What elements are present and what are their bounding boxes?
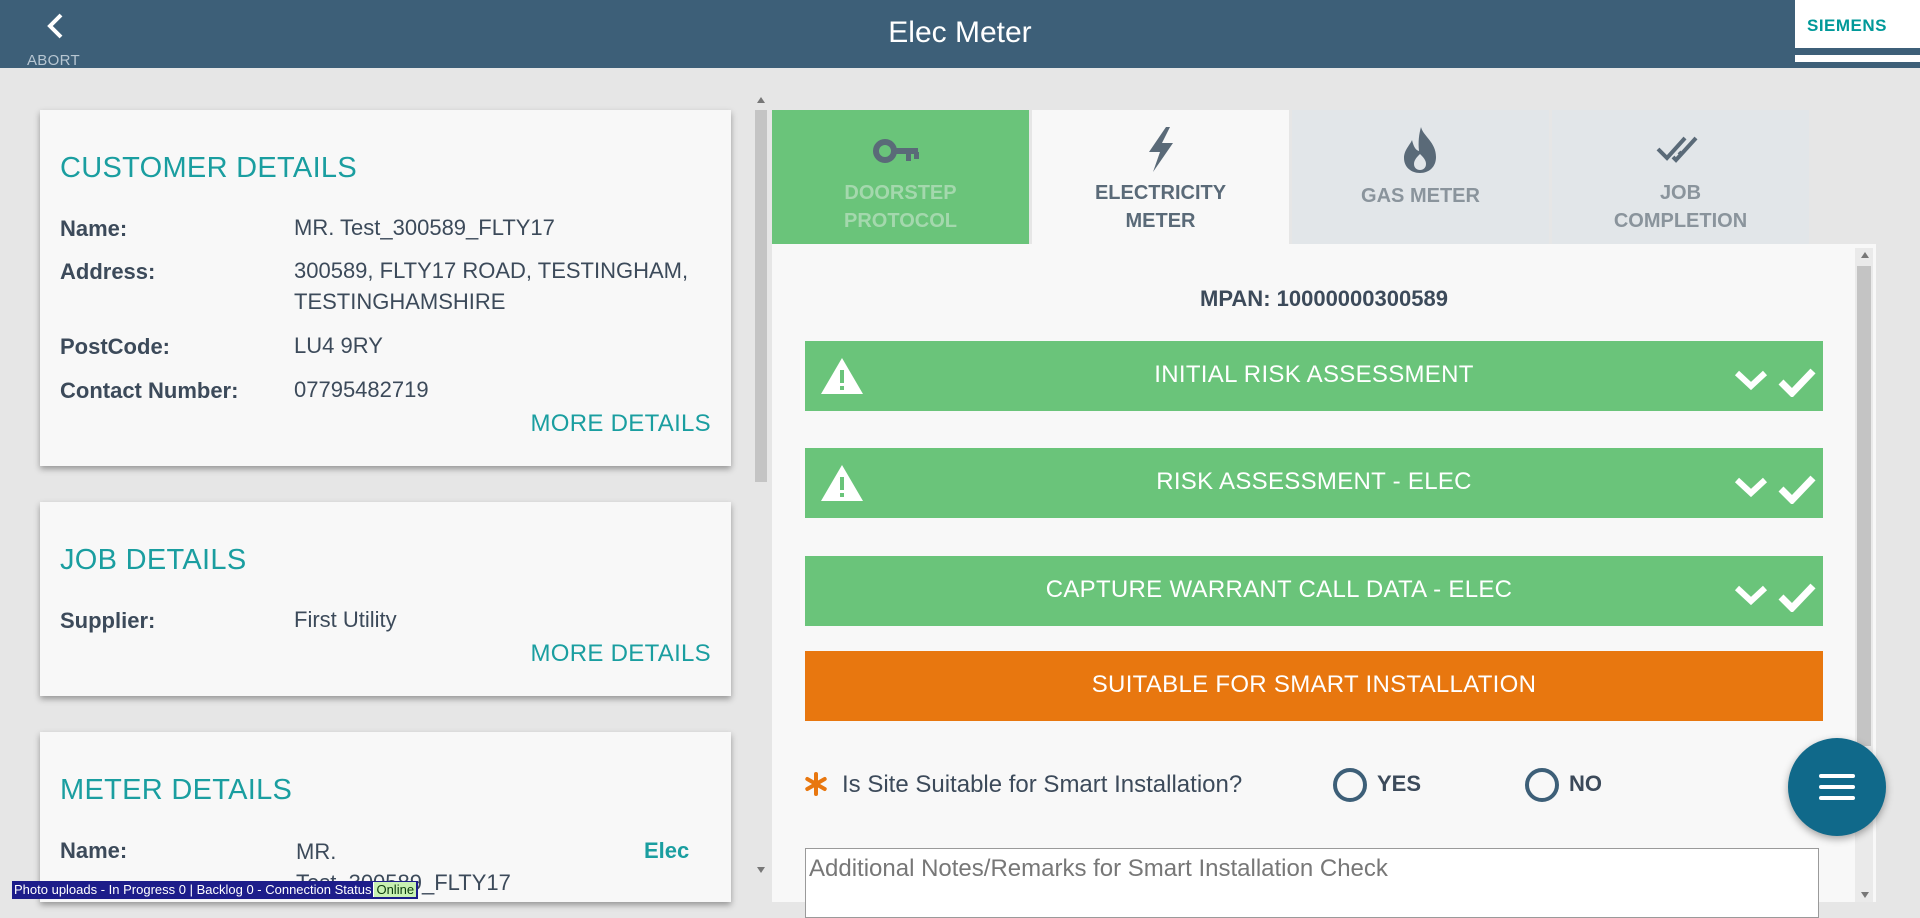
- tab-gas-meter-label: GAS METER: [1361, 185, 1480, 207]
- customer-more-details-link[interactable]: MORE DETAILS: [530, 410, 711, 438]
- chevron-down-icon[interactable]: [1734, 369, 1768, 391]
- customer-postcode-value: LU4 9RY: [294, 333, 383, 358]
- lightning-icon: [1149, 127, 1173, 172]
- meter-details-card: METER DETAILS Name: MR. Test_300589_FLTY…: [40, 732, 731, 902]
- upload-status-bar: Photo uploads - In Progress 0 | Backlog …: [12, 881, 419, 899]
- customer-address-value: 300589, FLTY17 ROAD, TESTINGHAM, TESTING…: [294, 258, 689, 314]
- customer-details-title: CUSTOMER DETAILS: [60, 152, 357, 184]
- meter-details-title: METER DETAILS: [60, 774, 293, 806]
- supplier-value: First Utility: [294, 607, 397, 632]
- right-scrollbar-thumb[interactable]: [1857, 266, 1871, 746]
- tab-gas-meter[interactable]: GAS METER: [1292, 110, 1549, 244]
- customer-name-label: Name:: [60, 216, 128, 241]
- page-title: Elec Meter: [888, 16, 1032, 49]
- radio-no-label: NO: [1569, 771, 1602, 796]
- customer-address-label: Address:: [60, 259, 156, 284]
- scroll-up-icon[interactable]: [756, 96, 766, 104]
- double-check-icon: [1656, 136, 1698, 163]
- scroll-down-icon[interactable]: [756, 866, 766, 874]
- required-asterisk-icon: [805, 772, 827, 796]
- section-label: SUITABLE FOR SMART INSTALLATION: [1091, 671, 1537, 698]
- menu-fab-button[interactable]: [1788, 738, 1886, 836]
- supplier-label: Supplier:: [60, 608, 156, 633]
- connection-status-badge: Online: [373, 882, 417, 897]
- chevron-down-icon[interactable]: [1734, 476, 1768, 498]
- section-capture-warrant-call-data[interactable]: CAPTURE WARRANT CALL DATA - ELEC: [805, 556, 1823, 626]
- scroll-up-icon[interactable]: [1860, 251, 1870, 259]
- tab-job-completion[interactable]: JOB COMPLETION: [1552, 110, 1809, 244]
- radio-circle: [1333, 768, 1367, 802]
- radio-yes-label: YES: [1377, 771, 1422, 796]
- section-initial-risk-assessment[interactable]: INITIAL RISK ASSESSMENT: [805, 341, 1823, 411]
- job-details-title: JOB DETAILS: [60, 544, 247, 576]
- notes-textarea[interactable]: [805, 848, 1819, 918]
- radio-circle: [1525, 768, 1559, 802]
- siemens-logo: SIEMENS: [1795, 0, 1920, 62]
- job-details-card: JOB DETAILS Supplier: First Utility MORE…: [40, 502, 731, 696]
- section-suitable-for-smart-installation[interactable]: SUITABLE FOR SMART INSTALLATION: [805, 651, 1823, 721]
- tab-job-completion-label: JOB COMPLETION: [1613, 182, 1748, 232]
- chevron-down-icon[interactable]: [1734, 584, 1768, 606]
- tab-electricity-meter[interactable]: ELECTRICITY METER: [1032, 110, 1289, 244]
- check-icon: [1778, 475, 1816, 504]
- section-label: RISK ASSESSMENT - ELEC: [1156, 468, 1472, 495]
- left-scrollbar-thumb[interactable]: [755, 110, 767, 482]
- tab-doorstep-protocol-label: DOORSTEP PROTOCOL: [844, 182, 957, 232]
- key-icon: [873, 139, 919, 163]
- section-label: INITIAL RISK ASSESSMENT: [1154, 361, 1474, 388]
- upload-status-text: Photo uploads - In Progress 0 | Backlog …: [14, 882, 372, 897]
- customer-postcode-label: PostCode:: [60, 334, 170, 359]
- logo-underline: [1795, 48, 1920, 55]
- scroll-down-icon[interactable]: [1860, 891, 1870, 899]
- customer-name-value: MR. Test_300589_FLTY17: [294, 215, 555, 240]
- customer-contact-value: 07795482719: [294, 377, 429, 402]
- flame-icon: [1404, 127, 1436, 173]
- radio-yes[interactable]: [1333, 768, 1367, 802]
- tab-electricity-meter-label: ELECTRICITY METER: [1094, 182, 1227, 232]
- radio-no[interactable]: [1525, 768, 1559, 802]
- meter-name-label: Name:: [60, 838, 128, 863]
- section-label: CAPTURE WARRANT CALL DATA - ELEC: [1045, 576, 1513, 603]
- mpan-label: MPAN: 10000000300589: [1200, 286, 1448, 311]
- smart-installation-question: Is Site Suitable for Smart Installation?: [842, 771, 1243, 798]
- job-more-details-link[interactable]: MORE DETAILS: [530, 640, 711, 668]
- meter-type-value: Elec: [644, 838, 690, 863]
- check-icon: [1778, 583, 1816, 612]
- top-bar: ABORT Elec Meter SIEMENS: [0, 0, 1920, 69]
- customer-details-card: CUSTOMER DETAILS Name: MR. Test_300589_F…: [40, 110, 731, 466]
- electricity-meter-panel: MPAN: 10000000300589 INITIAL RISK ASSESS…: [772, 244, 1876, 918]
- logo-text: SIEMENS: [1807, 16, 1888, 35]
- tab-doorstep-protocol[interactable]: DOORSTEP PROTOCOL: [772, 110, 1029, 244]
- section-risk-assessment-elec[interactable]: RISK ASSESSMENT - ELEC: [805, 448, 1823, 518]
- check-icon: [1778, 368, 1816, 397]
- customer-contact-label: Contact Number:: [60, 378, 239, 403]
